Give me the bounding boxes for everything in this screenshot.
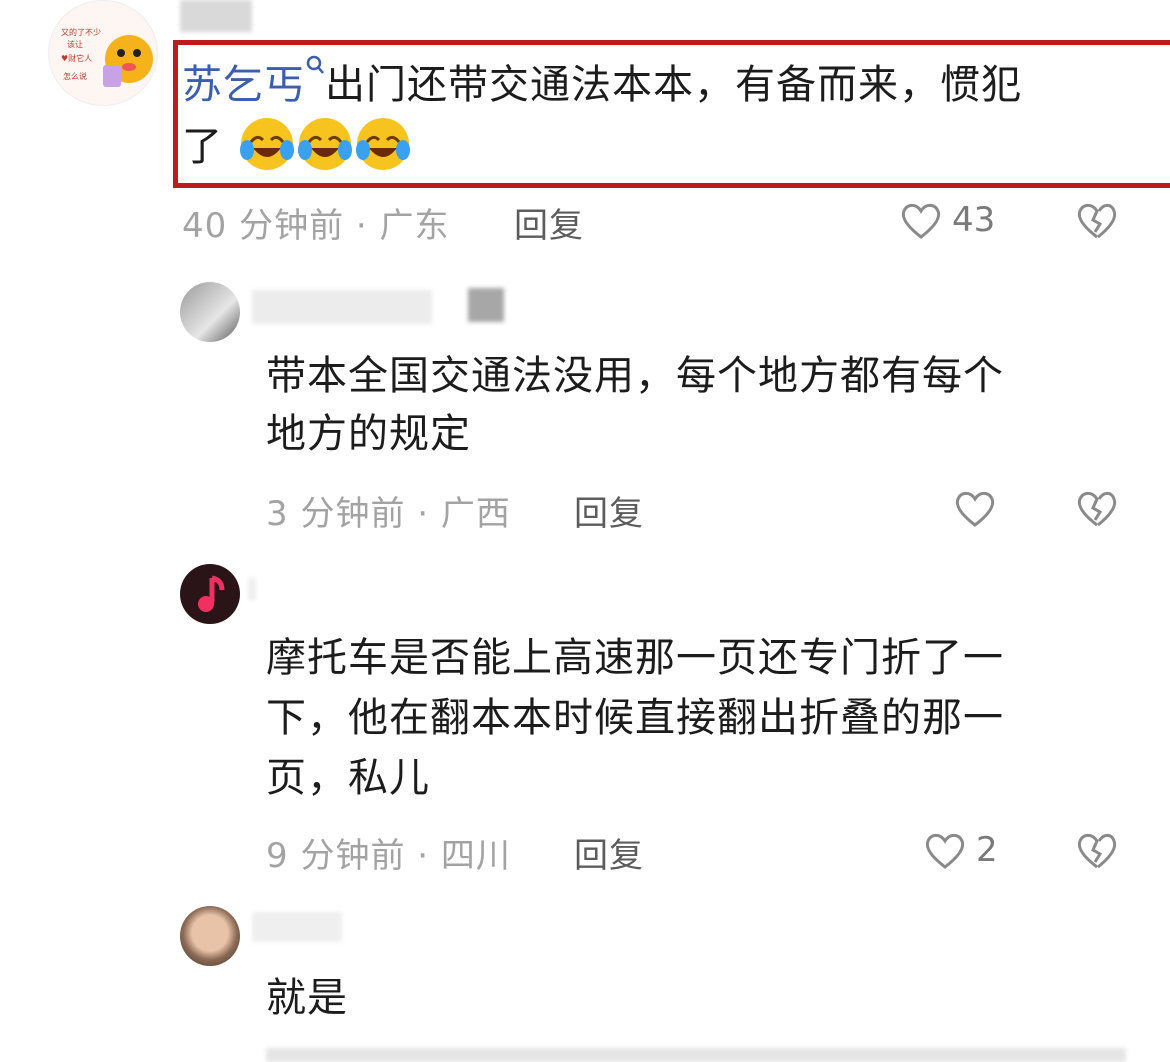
blurred-badge [468, 288, 504, 322]
comment-username[interactable]: 苏乞丐 [182, 62, 305, 108]
comment-body: 就是 [266, 975, 348, 1021]
svg-text:该让: 该让 [67, 39, 83, 49]
dot-separator: · [417, 836, 430, 876]
laughing-tears-emoji [239, 118, 294, 170]
comment-meta: 40 分钟前 · 广东 [182, 198, 450, 247]
comment-text-line: 了 [182, 116, 411, 177]
heart-icon[interactable] [900, 202, 942, 240]
blurred-meta-cutoff [266, 1048, 1126, 1062]
broken-heart-icon[interactable] [1076, 490, 1118, 528]
reply-button[interactable]: 回复 [574, 828, 644, 877]
comment-meta: 9 分钟前 · 四川 [266, 828, 511, 877]
heart-icon[interactable] [924, 832, 966, 870]
heart-icon[interactable] [954, 490, 996, 528]
comment-body: 带本全国交通法没用，每个地方都有每个 [266, 353, 1004, 399]
svg-text:怎么说: 怎么说 [63, 71, 87, 81]
avatar[interactable] [180, 906, 240, 966]
svg-text:又的了不少: 又的了不少 [61, 27, 101, 37]
dot-separator: · [355, 206, 368, 246]
comment-body: 页，私儿 [266, 755, 430, 801]
reply-button[interactable]: 回复 [514, 198, 584, 247]
search-icon[interactable] [305, 54, 325, 80]
like-count: 2 [976, 830, 998, 870]
comment-location: 四川 [440, 836, 511, 876]
comment-location: 广西 [440, 494, 511, 534]
broken-heart-icon[interactable] [1076, 202, 1118, 240]
laughing-tears-emoji [355, 118, 410, 170]
dot-separator: · [417, 494, 430, 534]
comment-time: 9 分钟前 [266, 836, 406, 876]
like-count: 43 [952, 200, 996, 240]
comment-body: 地方的规定 [266, 411, 471, 457]
comment-meta: 3 分钟前 · 广西 [266, 486, 511, 535]
comment-text: 苏乞丐 出门还带交通法本本，有备而来，惯犯 [182, 54, 1142, 115]
comment-body: 出门还带交通法本本，有备而来，惯犯 [325, 62, 1022, 108]
blurred-username [248, 578, 256, 600]
avatar[interactable] [180, 282, 240, 342]
avatar[interactable] [180, 564, 240, 624]
comment-body: 下，他在翻本本时候直接翻出折叠的那一 [266, 695, 1004, 741]
music-note-icon [198, 575, 225, 612]
blurred-username [180, 0, 252, 32]
comment-time: 3 分钟前 [266, 494, 406, 534]
svg-text:♥财它人: ♥财它人 [61, 53, 92, 63]
laughing-tears-emoji [297, 118, 352, 170]
blurred-username [252, 290, 432, 324]
avatar[interactable]: 又的了不少 该让 ♥财它人 怎么说 [48, 0, 158, 106]
comment-location: 广东 [379, 206, 450, 246]
comment-body: 了 [182, 124, 223, 170]
comment-time: 40 分钟前 [182, 206, 345, 246]
comment-body: 摩托车是否能上高速那一页还专门折了一 [266, 635, 1004, 681]
broken-heart-icon[interactable] [1076, 832, 1118, 870]
reply-button[interactable]: 回复 [574, 486, 644, 535]
blurred-username [252, 912, 342, 942]
